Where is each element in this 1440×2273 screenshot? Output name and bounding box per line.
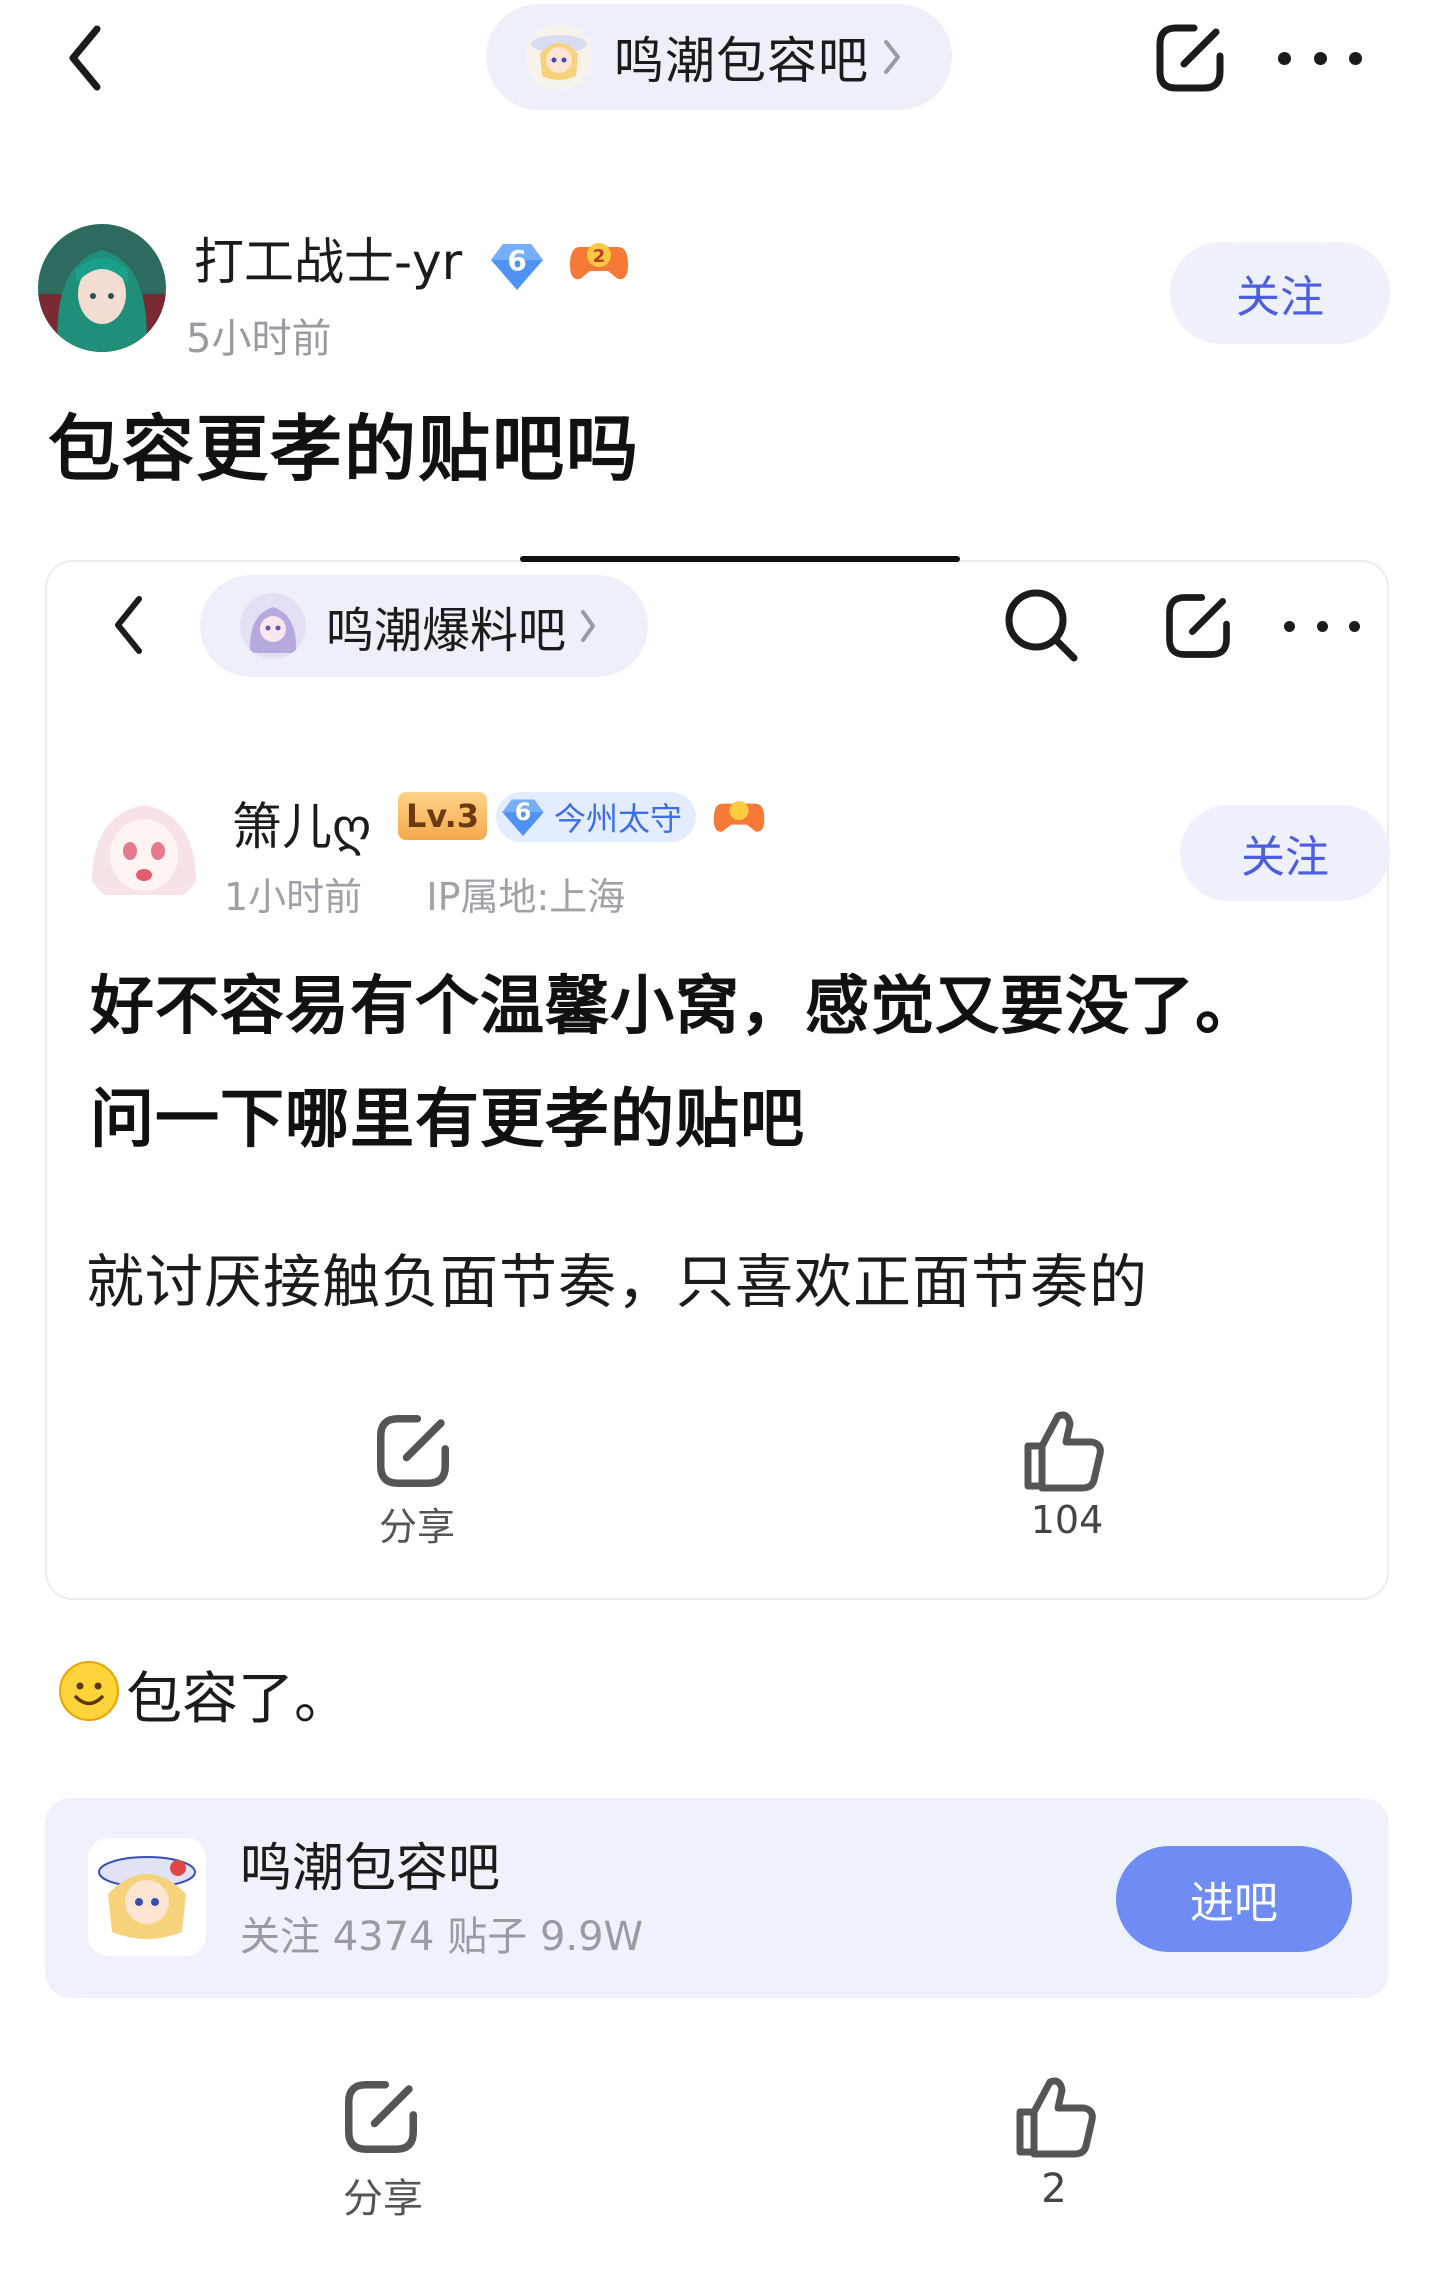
chevron-right-icon xyxy=(884,40,900,74)
like-count: 2 xyxy=(1041,2166,1067,2212)
embedded-author-name: 箫儿ღ xyxy=(232,798,372,856)
share-icon xyxy=(1156,24,1224,92)
share-button[interactable] xyxy=(1150,18,1230,98)
embedded-share-label: 分享 xyxy=(378,1505,455,1549)
more-button[interactable] xyxy=(1278,30,1362,86)
search-icon xyxy=(1000,584,1080,664)
embedded-forum-name: 鸣潮爆料吧 xyxy=(326,603,567,659)
level-diamond-icon: 6 xyxy=(500,795,546,839)
forum-name: 鸣潮包容吧 xyxy=(614,32,869,90)
post-body-text: 包容了。 xyxy=(126,1667,350,1732)
embedded-share-icon xyxy=(370,1408,460,1498)
chevron-right-icon xyxy=(581,610,596,642)
author-level: 6 xyxy=(507,243,527,277)
embedded-forum-pill: 鸣潮爆料吧 xyxy=(200,575,648,677)
embedded-meta: 1小时前 IP属地:上海 xyxy=(224,866,625,921)
embedded-like-icon xyxy=(1018,1404,1114,1500)
share-label[interactable]: 分享 xyxy=(328,2166,438,2224)
share-icon xyxy=(344,2080,418,2154)
post-title: 包容更孝的贴吧吗 xyxy=(48,407,641,491)
embedded-share-icon xyxy=(1160,588,1236,664)
rank-level: 6 xyxy=(514,798,532,826)
embedded-post-body: 就讨厌接触负面节奏，只喜欢正面节奏的 xyxy=(86,1248,1149,1316)
embedded-like-count: 104 xyxy=(1030,1498,1104,1542)
forum-card-avatar xyxy=(88,1838,206,1956)
like-button[interactable] xyxy=(1010,2070,1106,2166)
embedded-back-icon xyxy=(100,590,156,660)
enter-forum-button[interactable]: 进吧 xyxy=(1116,1846,1352,1952)
follow-button[interactable]: 关注 xyxy=(1170,242,1390,344)
share-action-button[interactable] xyxy=(338,2074,428,2164)
embedded-follow-button: 关注 xyxy=(1180,805,1390,901)
embedded-ip: IP属地:上海 xyxy=(426,875,626,919)
post-time: 5小时前 xyxy=(186,316,332,362)
embedded-time: 1小时前 xyxy=(224,875,363,919)
forum-avatar xyxy=(526,24,592,90)
like-icon xyxy=(1016,2077,1096,2158)
forum-card-name: 鸣潮包容吧 xyxy=(240,1839,501,1899)
forum-pill[interactable]: 鸣潮包容吧 xyxy=(486,4,952,110)
level-badge: Lv.3 xyxy=(398,792,488,840)
embedded-post-line-1: 好不容易有个温馨小窝，感觉又要没了。 xyxy=(90,970,1260,1044)
embedded-forum-avatar xyxy=(240,593,306,659)
embedded-more-icon xyxy=(1284,598,1360,654)
more-icon xyxy=(1278,51,1291,65)
forum-card-stats: 关注 4374 贴子 9.9W xyxy=(240,1914,644,1960)
smile-emoji-icon xyxy=(58,1660,120,1722)
back-icon xyxy=(69,25,101,91)
gamepad-badge-icon: 2 xyxy=(568,235,630,297)
embedded-author-avatar xyxy=(82,785,206,909)
gamepad-badge-icon xyxy=(712,792,766,842)
rank-title: 今州太守 xyxy=(554,800,683,838)
rank-badge: 6 今州太守 xyxy=(496,792,696,842)
embedded-top-line xyxy=(520,556,960,562)
author-name[interactable]: 打工战士-yr xyxy=(194,233,462,291)
embedded-post-line-2: 问一下哪里有更孝的贴吧 xyxy=(90,1083,805,1157)
svg-text:2: 2 xyxy=(593,246,606,267)
author-avatar[interactable] xyxy=(38,224,166,352)
author-name-row: 打工战士-yr 6 2 xyxy=(194,222,630,297)
level-diamond-icon: 6 xyxy=(488,240,546,292)
back-button[interactable] xyxy=(55,18,115,98)
